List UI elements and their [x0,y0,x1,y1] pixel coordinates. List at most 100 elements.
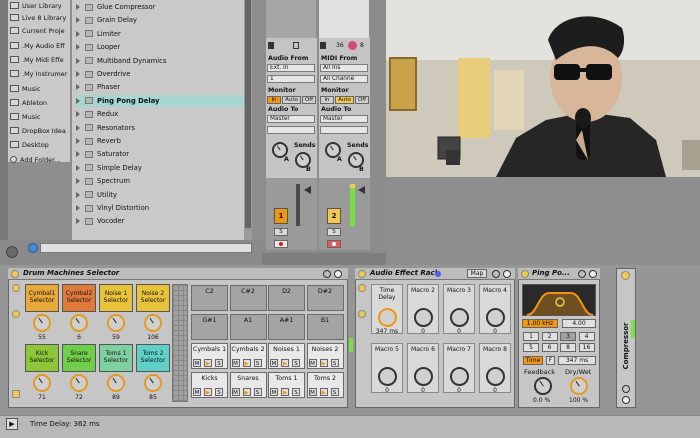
drum-pad[interactable]: A1 [229,314,267,340]
macro-knob[interactable] [144,374,162,392]
play-icon[interactable]: ▶ [281,359,289,367]
browser-device-item[interactable]: Looper [76,41,244,53]
macro-label-button[interactable]: Toms 1 Selector [99,344,133,372]
filter-display[interactable] [522,284,596,316]
browser-device-item[interactable]: Reverb [76,135,244,147]
compressor-activator[interactable] [621,271,630,280]
effect-rack-activator[interactable] [358,270,366,278]
solo-button[interactable]: S [215,388,223,396]
show-chains-button[interactable] [358,310,366,318]
pad-overview[interactable] [172,284,188,402]
solo-button[interactable]: S [253,388,262,396]
solo-button[interactable]: S [292,359,300,367]
mute-button[interactable]: M [231,388,240,396]
browser-device-item[interactable]: Resonators [76,122,244,134]
expand-triangle-icon[interactable] [76,97,80,104]
sidebar-place-item[interactable]: Desktop [10,139,49,150]
beat-division-button[interactable]: 16 [578,343,595,352]
track2-monitor-in-button[interactable]: In [320,96,334,104]
track2-monitor-off-button[interactable]: Off [355,96,369,104]
save-preset-icon[interactable] [334,270,342,278]
macro-label-button[interactable]: Kick Selector [25,344,59,372]
track1-output-channel[interactable] [267,126,315,134]
browser-device-item[interactable]: Multiband Dynamics [76,55,244,67]
macro-knob[interactable] [378,308,397,327]
show-pads-button[interactable] [12,390,20,398]
expand-triangle-icon[interactable] [76,218,80,225]
sidebar-place-item[interactable]: .My Audio Eff [10,40,65,51]
solo-button[interactable]: S [292,388,300,396]
preview-circle-icon[interactable] [6,246,18,258]
expand-triangle-icon[interactable] [76,164,80,171]
browser-device-item[interactable]: Redux [76,108,244,120]
macro-label-button[interactable]: Noise 2 Selector [136,284,170,312]
record-arm-icon[interactable] [348,41,357,50]
browser-device-item[interactable]: Vinyl Distortion [76,202,244,214]
track2-volume-fader[interactable] [358,186,365,194]
drum-pad[interactable]: A#1 [268,314,305,340]
expand-triangle-icon[interactable] [76,191,80,198]
expand-triangle-icon[interactable] [76,4,80,10]
mute-button[interactable]: M [270,388,278,396]
browser-device-item[interactable]: Phaser [76,81,244,93]
show-chains-button[interactable] [12,310,20,318]
expand-triangle-icon[interactable] [76,124,80,131]
expand-triangle-icon[interactable] [76,138,80,144]
browser-device-item[interactable]: Ping Pong Delay [76,94,244,107]
browser-scroll-thumb[interactable] [245,0,251,228]
solo-button[interactable]: S [330,359,339,367]
drum-pad[interactable]: D2 [268,285,305,311]
browser-device-item[interactable]: Simple Delay [76,162,244,174]
info-view-toggle-icon[interactable]: ▶ [6,418,18,430]
browser-device-item[interactable]: Utility [76,189,244,201]
track1-solo-button[interactable]: S [274,228,288,236]
macro-knob[interactable] [33,374,51,392]
track1-activator-button[interactable]: 1 [274,208,288,224]
show-macros-button[interactable] [358,284,366,292]
play-icon[interactable]: ▶ [319,359,328,367]
beat-division-button[interactable]: 4 [578,332,595,341]
filter-freq-field[interactable]: 1.00 kHz [522,319,558,328]
sidebar-place-item[interactable]: User Library [10,0,62,11]
track2-arm-button[interactable] [327,240,341,248]
sidebar-place-item[interactable]: DropBox Idea [10,125,66,136]
hotswap-icon[interactable] [492,270,500,278]
track1-arm-button[interactable] [274,240,288,248]
mute-button[interactable]: M [308,388,317,396]
track1-monitor-off-button[interactable]: Off [302,96,316,104]
browser-device-item[interactable]: Vocoder [76,215,244,227]
map-button[interactable]: Map [467,269,487,278]
track1-monitor-auto-button[interactable]: Auto [282,96,301,104]
macro-knob[interactable] [70,374,88,392]
macro-knob[interactable] [33,314,51,332]
browser-device-item[interactable]: Saturator [76,148,244,160]
expand-triangle-icon[interactable] [76,84,80,91]
macro-label-button[interactable]: Toms 2 Selector [136,344,170,372]
macro-knob[interactable] [378,367,397,386]
play-icon[interactable]: ▶ [281,388,289,396]
drywet-knob[interactable] [570,377,588,395]
expand-triangle-icon[interactable] [76,111,80,118]
play-icon[interactable]: ▶ [242,388,251,396]
macro-knob[interactable] [450,308,469,327]
solo-button[interactable]: S [253,359,262,367]
track2-output-select[interactable]: Master [320,115,368,123]
browser-device-item[interactable]: Grain Delay [76,14,244,26]
play-icon[interactable]: ▶ [242,359,251,367]
macro-knob[interactable] [486,367,505,386]
play-icon[interactable]: ▶ [319,388,328,396]
browser-device-item[interactable]: Glue Compressor [76,1,244,13]
drum-pad[interactable]: C#2 [229,285,267,311]
macro-knob[interactable] [107,374,125,392]
macro-knob[interactable] [107,314,125,332]
expand-triangle-icon[interactable] [76,151,80,158]
track2-midi-channel-select[interactable]: All Channe [320,75,368,83]
macro-knob[interactable] [144,314,162,332]
browser-scrollbar[interactable] [244,0,252,240]
track2-activator-button[interactable]: 2 [327,208,341,224]
beat-division-button[interactable]: 1 [523,332,539,341]
mute-button[interactable]: M [193,388,201,396]
mute-button[interactable]: M [308,359,317,367]
delay-time-field[interactable]: 347 ms [558,356,596,365]
drum-pad[interactable]: C2 [191,285,228,311]
